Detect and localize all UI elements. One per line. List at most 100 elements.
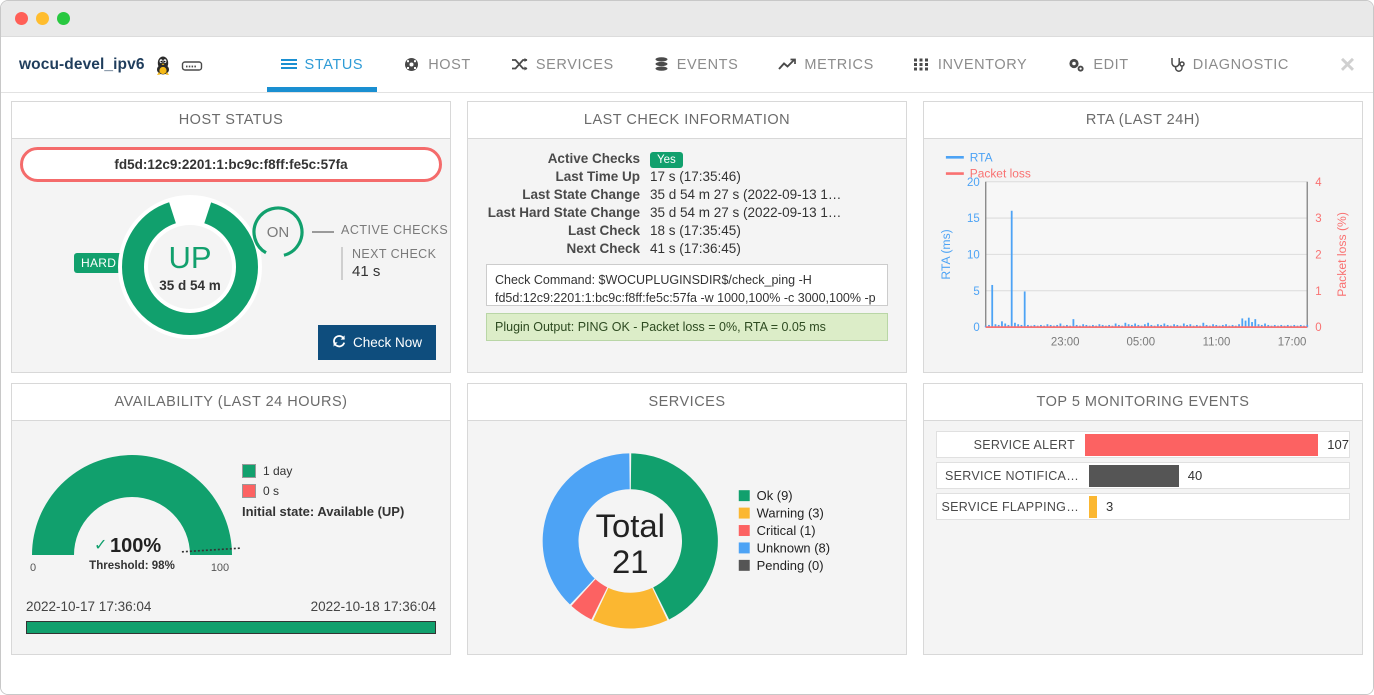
tab-label: DIAGNOSTIC [1192,56,1289,73]
svg-text:100: 100 [211,562,229,574]
services-donut-chart[interactable]: Total21 Ok (9) Warning (3) Critical (1) Unkn… [468,421,906,655]
panel-top-5-monitoring-events: TOP 5 MONITORING EVENTS SERVICE ALERT 107… [923,383,1363,655]
next-check-label: NEXT CHECK [352,247,437,261]
initial-state-text: Initial state: Available (UP) [242,504,405,519]
panel-availability: AVAILABILITY (LAST 24 HOURS) 0 100 ✓ 100% Th… [11,383,451,655]
legend-swatch [242,464,256,478]
row-value: Yes [650,151,683,168]
host-state: UP [168,239,212,275]
availability-gauge: 0 100 ✓ 100% Threshold: 98% [30,455,240,574]
last-check-body: Active Checks Yes Last Time Up 17 s (17:… [468,139,906,372]
main-navigation: wocu-devel_ipv6 STATUS HOST SERVICES EVE… [1,37,1373,93]
row-value: 35 d 54 m 27 s (2022-09-13 1… [650,205,842,220]
svg-text:Total: Total [596,507,665,544]
tab-label: EVENTS [676,56,739,73]
event-value: 40 [1187,468,1203,483]
panel-title: SERVICES [468,384,906,421]
svg-text:RTA (ms): RTA (ms) [939,229,953,279]
row-value: 35 d 54 m 27 s (2022-09-13 1… [650,187,842,202]
row-label: Active Checks [547,151,640,166]
svg-text:17:00: 17:00 [1278,336,1307,348]
panel-title: TOP 5 MONITORING EVENTS [924,384,1362,421]
rta-chart[interactable]: RTAPacket loss0510152001234RTA (ms) Packe… [924,139,1362,373]
events-bar-list: SERVICE ALERT 107 SERVICE NOTIFICA… 40 SERVI… [924,421,1362,520]
svg-text:0: 0 [973,322,979,334]
tab-label: STATUS [304,56,364,73]
line-chart-icon [778,58,797,72]
table-row: Last Hard State Change 35 d 54 m 27 s (2… [482,205,892,220]
table-row: Active Checks Yes [482,151,892,168]
table-row: Next Check 41 s (17:36:45) [482,241,892,256]
table-row[interactable]: SERVICE ALERT 107 [936,431,1350,458]
linux-penguin-icon [154,55,172,75]
legend-item: 0 s [242,484,404,498]
svg-text:4: 4 [1315,177,1322,189]
svg-text:RTA: RTA [970,150,994,164]
legend-item: 1 day [242,464,404,478]
tab-status[interactable]: STATUS [261,37,384,92]
event-value: 107 [1327,437,1349,452]
tab-bar: STATUS HOST SERVICES EVENTS METRICS INVE… [261,37,1309,92]
row-label: Last Hard State Change [487,205,640,220]
row-label: Last State Change [522,187,640,202]
connector-line [312,231,334,233]
host-uptime: 35 d 54 m [159,277,221,293]
availability-date-range: 2022-10-17 17:36:04 2022-10-18 17:36:04 [26,599,436,614]
close-icon[interactable]: × [1340,51,1355,77]
table-row[interactable]: SERVICE FLAPPING… 3 [936,493,1350,520]
check-now-button[interactable]: Check Now [317,325,436,360]
window-minimize-dot[interactable] [36,12,49,25]
tab-metrics[interactable]: METRICS [758,37,893,92]
gauge-icon [403,57,420,72]
top-events-body: SERVICE ALERT 107 SERVICE NOTIFICA… 40 SERVI… [924,421,1362,654]
row-value: 18 s (17:35:45) [650,223,741,238]
tab-services[interactable]: SERVICES [491,37,634,92]
window-titlebar [1,1,1373,37]
status-ring: UP 35 d 54 m [116,193,264,346]
tab-host[interactable]: HOST [383,37,491,92]
panel-title: AVAILABILITY (LAST 24 HOURS) [12,384,450,421]
tab-edit[interactable]: EDIT [1047,37,1148,92]
host-status-body: fd5d:12c9:2201:1:bc9c:f8ff:fe5c:57fa HAR… [12,139,450,372]
panel-title: HOST STATUS [12,102,450,139]
svg-text:10: 10 [967,249,980,261]
legend-swatch [242,484,256,498]
tab-events[interactable]: EVENTS [634,37,759,92]
window-maximize-dot[interactable] [57,12,70,25]
rta-chart-body: RTA Packet loss 0 5 10 15 20 0 1 2 3 4 RTA (ms) Packe… [924,139,1362,373]
table-row: Last Check 18 s (17:35:45) [482,223,892,238]
date-start: 2022-10-17 17:36:04 [26,599,152,614]
tab-inventory[interactable]: INVENTORY [894,37,1047,92]
status-ring-center: UP 35 d 54 m [116,193,264,341]
svg-text:Warning (3): Warning (3) [757,506,824,521]
tab-diagnostic[interactable]: DIAGNOSTIC [1149,37,1309,92]
database-icon [654,56,669,73]
window-close-dot[interactable] [15,12,28,25]
tab-label: SERVICES [535,56,614,73]
availability-body: 0 100 ✓ 100% Threshold: 98% 1 day 0 s Initia… [12,421,450,654]
tab-label: METRICS [804,56,874,73]
svg-text:Unknown (8): Unknown (8) [757,540,830,555]
table-row[interactable]: SERVICE NOTIFICA… 40 [936,462,1350,489]
event-bar [1089,464,1179,487]
brand-area: wocu-devel_ipv6 [1,37,213,92]
app-window: wocu-devel_ipv6 STATUS HOST SERVICES EVE… [0,0,1374,695]
svg-text:Ok (9): Ok (9) [757,488,793,503]
legend-label: 1 day [263,464,293,478]
active-checks-label: ACTIVE CHECKS [341,223,449,237]
router-device-icon [181,57,203,73]
svg-text:5: 5 [973,286,979,298]
event-name: SERVICE NOTIFICA… [944,468,1079,483]
svg-text:0: 0 [1315,322,1321,334]
svg-text:✓: ✓ [94,537,107,554]
availability-timeline-bar [26,621,436,634]
date-end: 2022-10-18 17:36:04 [310,599,436,614]
svg-text:21: 21 [612,543,649,580]
panel-last-check-information: LAST CHECK INFORMATION Active Checks Yes… [467,101,907,373]
legend-label: 0 s [263,484,280,498]
row-value: 41 s (17:36:45) [650,241,741,256]
row-value: 17 s (17:35:46) [650,169,741,184]
status-badge: Yes [650,152,683,168]
panel-services: SERVICES Total 21 Ok (9) Warning (3) Critica… [467,383,907,655]
svg-text:20: 20 [967,177,980,189]
